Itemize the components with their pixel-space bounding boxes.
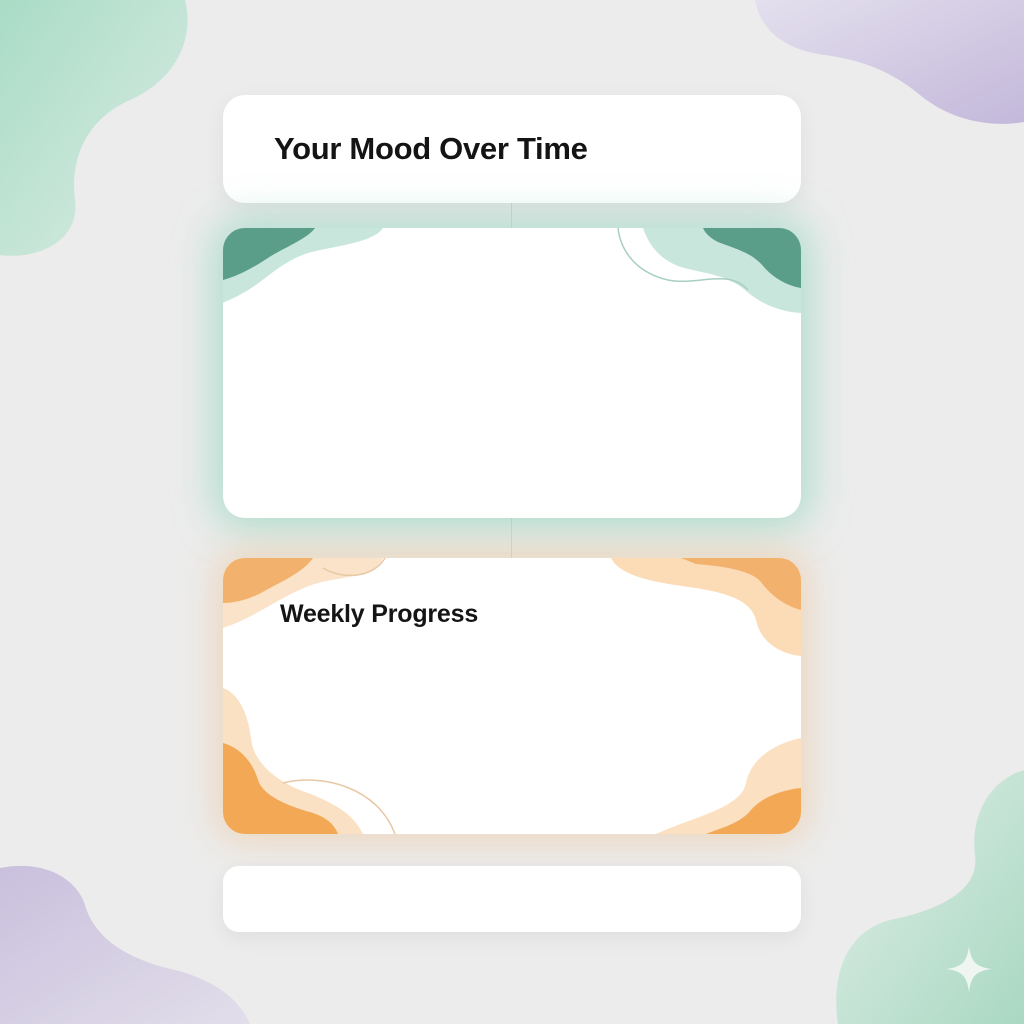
connector-line: [511, 518, 512, 558]
mood-chart-card[interactable]: [223, 228, 801, 518]
orange-wave-bottom-left: [223, 688, 396, 834]
background-blob-bottom-left: [0, 865, 250, 1024]
page-title: Your Mood Over Time: [274, 131, 588, 166]
weekly-progress-title: Weekly Progress: [280, 600, 479, 628]
background-blob-bottom-right: [836, 770, 1024, 1024]
background-blob-top-left: [0, 0, 188, 256]
bottom-card[interactable]: [223, 866, 801, 932]
orange-wave-top-right: [611, 558, 801, 656]
mint-wave-top-right: [617, 228, 801, 313]
sparkle-icon[interactable]: [944, 944, 994, 994]
connector-line: [511, 203, 512, 228]
orange-wave-bottom-right: [656, 738, 801, 834]
header-card: Your Mood Over Time: [223, 95, 801, 203]
mint-wave-top-left: [223, 228, 383, 303]
weekly-progress-card[interactable]: Weekly Progress: [223, 558, 801, 834]
